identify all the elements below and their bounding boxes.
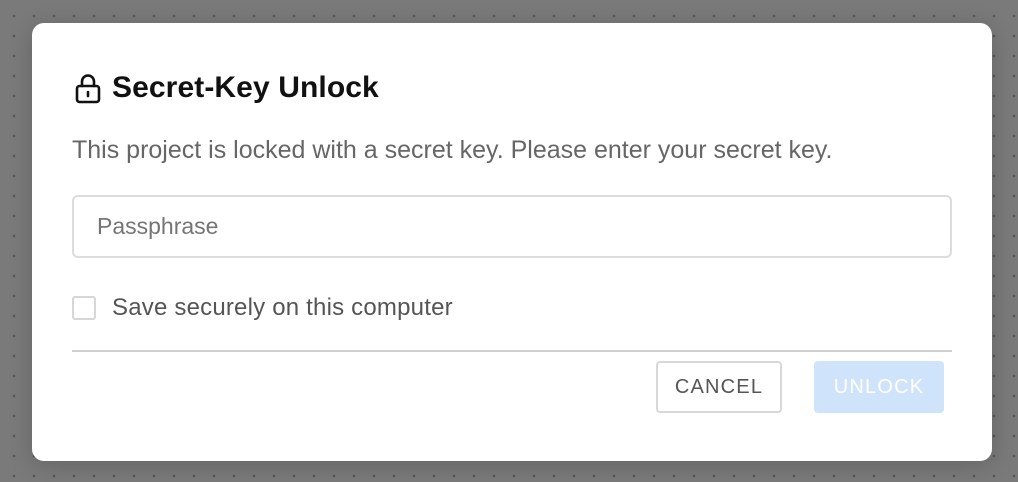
unlock-button[interactable]: UNLOCK <box>814 361 944 413</box>
passphrase-input[interactable] <box>72 195 952 258</box>
dialog-header: Secret-Key Unlock <box>74 69 379 107</box>
save-securely-label[interactable]: Save securely on this computer <box>112 294 453 322</box>
secret-key-unlock-dialog: Secret-Key Unlock This project is locked… <box>32 23 992 461</box>
cancel-button[interactable]: CANCEL <box>656 361 782 413</box>
footer-divider <box>72 350 952 352</box>
dialog-description: This project is locked with a secret key… <box>72 136 833 164</box>
save-securely-checkbox[interactable] <box>72 296 96 320</box>
dialog-title: Secret-Key Unlock <box>112 71 379 104</box>
save-securely-option[interactable]: Save securely on this computer <box>72 293 453 323</box>
lock-icon <box>74 72 102 104</box>
